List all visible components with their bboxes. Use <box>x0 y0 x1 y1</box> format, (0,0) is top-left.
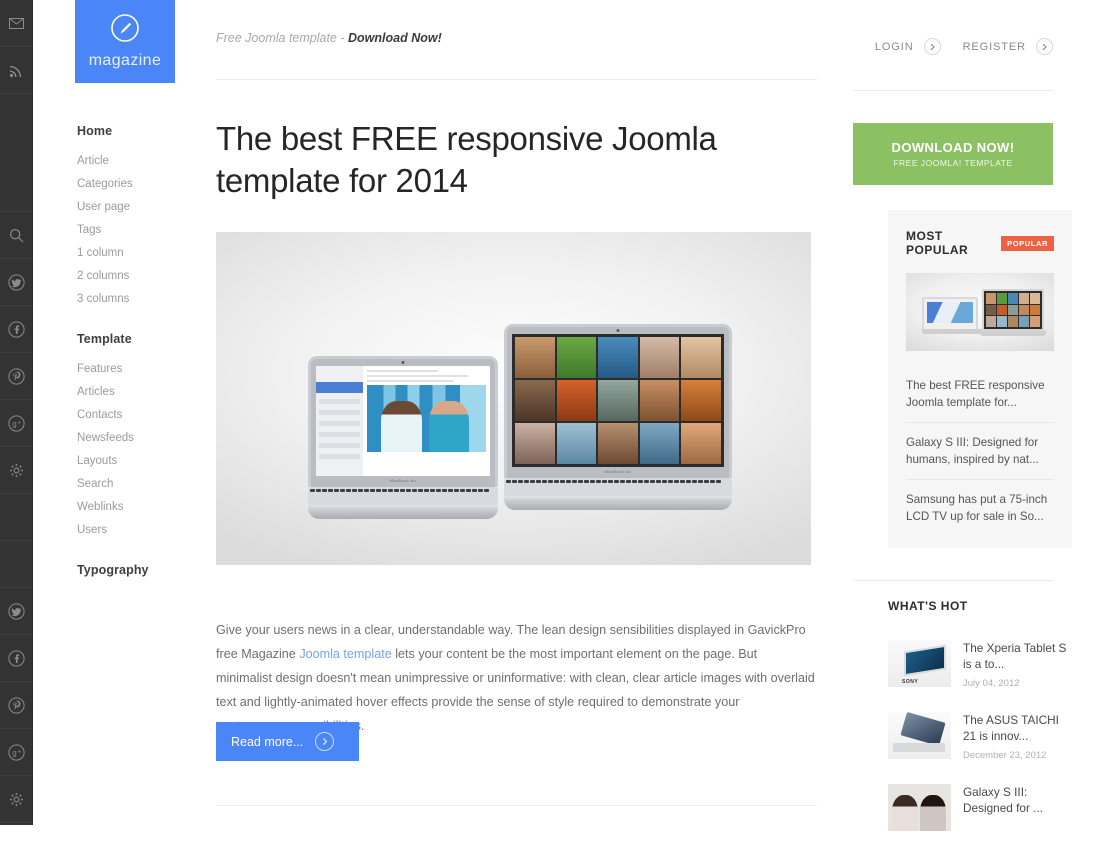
list-item-title: Galaxy S III: Designed for ... <box>963 785 1043 815</box>
sidebar-item-typography[interactable]: Typography <box>77 563 197 577</box>
googleplus-icon[interactable]: g + <box>0 729 33 776</box>
svg-text:g: g <box>12 419 16 428</box>
search-icon[interactable] <box>0 212 33 259</box>
list-item[interactable]: The ASUS TAICHI 21 is innov... December … <box>888 712 1072 761</box>
list-item[interactable]: Galaxy S III: Designed for ... <box>888 784 1072 831</box>
social-rail: g + g + <box>0 0 33 825</box>
sidebar-item-search[interactable]: Search <box>77 478 197 490</box>
pinterest-icon[interactable] <box>0 682 33 729</box>
sidebar-item-1-column[interactable]: 1 column <box>77 247 197 259</box>
gear-icon[interactable] <box>0 776 33 823</box>
download-now-banner[interactable]: DOWNLOAD NOW! FREE JOOMLA! TEMPLATE <box>853 123 1053 185</box>
download-title: DOWNLOAD NOW! <box>891 140 1015 155</box>
article-body: Give your users news in a clear, underst… <box>216 618 816 738</box>
chevron-right-icon <box>315 732 335 751</box>
asus-laptop-thumbnail <box>888 712 951 759</box>
svg-text:+: + <box>17 419 21 426</box>
facebook-icon[interactable] <box>0 635 33 682</box>
page-body: magazine Free Joomla template - Download… <box>33 0 1100 831</box>
list-item[interactable]: Galaxy S III: Designed for humans, inspi… <box>906 422 1054 479</box>
twitter-icon[interactable] <box>0 259 33 306</box>
sidebar-item-home[interactable]: Home <box>77 124 197 138</box>
main-navigation: Home Article Categories User page Tags 1… <box>77 124 197 604</box>
gear-icon[interactable] <box>0 447 33 494</box>
sony-tablet-thumbnail: SONY <box>888 640 951 687</box>
article: The best FREE responsive Joomla template… <box>216 118 817 565</box>
header-divider <box>216 79 817 80</box>
pencil-circle-icon <box>110 13 140 48</box>
rss-icon[interactable] <box>0 47 33 94</box>
sidebar-item-newsfeeds[interactable]: Newsfeeds <box>77 432 197 444</box>
chevron-right-icon <box>1036 38 1053 55</box>
most-popular-module: MOST POPULAR POPULAR The best FREE respo… <box>888 210 1072 548</box>
read-more-button[interactable]: Read more... <box>216 722 359 761</box>
nav-group-home: Home Article Categories User page Tags 1… <box>77 124 197 305</box>
laptop-right: MacBook Air <box>504 324 732 510</box>
logo-text: magazine <box>88 52 162 69</box>
rail-spacer <box>0 494 32 541</box>
sidebar-item-user-page[interactable]: User page <box>77 201 197 213</box>
most-popular-title: MOST POPULAR <box>906 229 969 257</box>
site-logo[interactable]: magazine <box>75 0 175 83</box>
list-item[interactable]: SONY The Xperia Tablet S is a to... July… <box>888 640 1072 689</box>
twitter-icon[interactable] <box>0 588 33 635</box>
two-women-thumbnail <box>888 784 951 831</box>
facebook-icon[interactable] <box>0 306 33 353</box>
list-item-date: July 04, 2012 <box>963 678 1020 689</box>
sidebar-item-tags[interactable]: Tags <box>77 224 197 236</box>
googleplus-icon[interactable]: g + <box>0 400 33 447</box>
nav-group-typography: Typography <box>77 563 197 577</box>
sidebar-item-article[interactable]: Article <box>77 155 197 167</box>
list-item[interactable]: The best FREE responsive Joomla template… <box>906 366 1054 422</box>
sidebar-top-divider <box>853 90 1053 91</box>
list-item-date: December 23, 2012 <box>963 750 1047 761</box>
whats-hot-divider <box>853 580 1053 581</box>
auth-links: LOGIN REGISTER <box>875 38 1053 55</box>
laptop-left: MacBook Air <box>308 356 498 519</box>
read-more-label: Read more... <box>231 734 304 749</box>
sidebar-item-weblinks[interactable]: Weblinks <box>77 501 197 513</box>
most-popular-thumbnail[interactable] <box>906 273 1054 351</box>
photo-gallery <box>512 334 724 467</box>
tagline-prefix: Free Joomla template - <box>216 31 348 45</box>
list-item[interactable]: Samsung has put a 75-inch LCD TV up for … <box>906 479 1054 536</box>
sidebar-item-users[interactable]: Users <box>77 524 197 536</box>
sidebar-item-template[interactable]: Template <box>77 332 197 346</box>
whats-hot-list: SONY The Xperia Tablet S is a to... July… <box>888 640 1072 854</box>
svg-text:g: g <box>12 748 16 757</box>
download-subtitle: FREE JOOMLA! TEMPLATE <box>893 158 1013 168</box>
sidebar-item-contacts[interactable]: Contacts <box>77 409 197 421</box>
login-button[interactable]: LOGIN <box>875 38 941 55</box>
nav-group-template: Template Features Articles Contacts News… <box>77 332 197 536</box>
page-title: The best FREE responsive Joomla template… <box>216 120 717 199</box>
mail-icon[interactable] <box>0 0 33 47</box>
sidebar-item-articles[interactable]: Articles <box>77 386 197 398</box>
list-item-title: The Xperia Tablet S is a to... <box>963 641 1067 671</box>
list-item-title: The ASUS TAICHI 21 is innov... <box>963 713 1059 743</box>
tagline-download-link[interactable]: Download Now! <box>348 31 442 45</box>
joomla-template-link[interactable]: Joomla template <box>299 647 391 661</box>
sidebar-item-features[interactable]: Features <box>77 363 197 375</box>
svg-text:+: + <box>17 748 21 755</box>
status-badge: POPULAR <box>1001 235 1054 251</box>
most-popular-header: MOST POPULAR POPULAR <box>906 229 1054 257</box>
login-label: LOGIN <box>874 40 914 53</box>
sidebar-item-layouts[interactable]: Layouts <box>77 455 197 467</box>
rail-spacer <box>0 94 32 212</box>
sidebar-item-3-columns[interactable]: 3 columns <box>77 293 197 305</box>
webcam-dot <box>401 361 405 364</box>
rail-spacer <box>0 541 32 588</box>
tagline: Free Joomla template - Download Now! <box>216 31 442 45</box>
pinterest-icon[interactable] <box>0 353 33 400</box>
chevron-right-icon <box>923 38 941 55</box>
sidebar-item-categories[interactable]: Categories <box>77 178 197 190</box>
whats-hot-title: WHAT'S HOT <box>888 599 968 613</box>
register-button[interactable]: REGISTER <box>963 38 1053 55</box>
webcam-dot <box>616 329 620 332</box>
hero-image[interactable]: MacBook Air MacBook Air <box>216 232 811 565</box>
sidebar-item-2-columns[interactable]: 2 columns <box>77 270 197 282</box>
content-bottom-divider <box>216 805 817 806</box>
register-label: REGISTER <box>962 40 1026 53</box>
